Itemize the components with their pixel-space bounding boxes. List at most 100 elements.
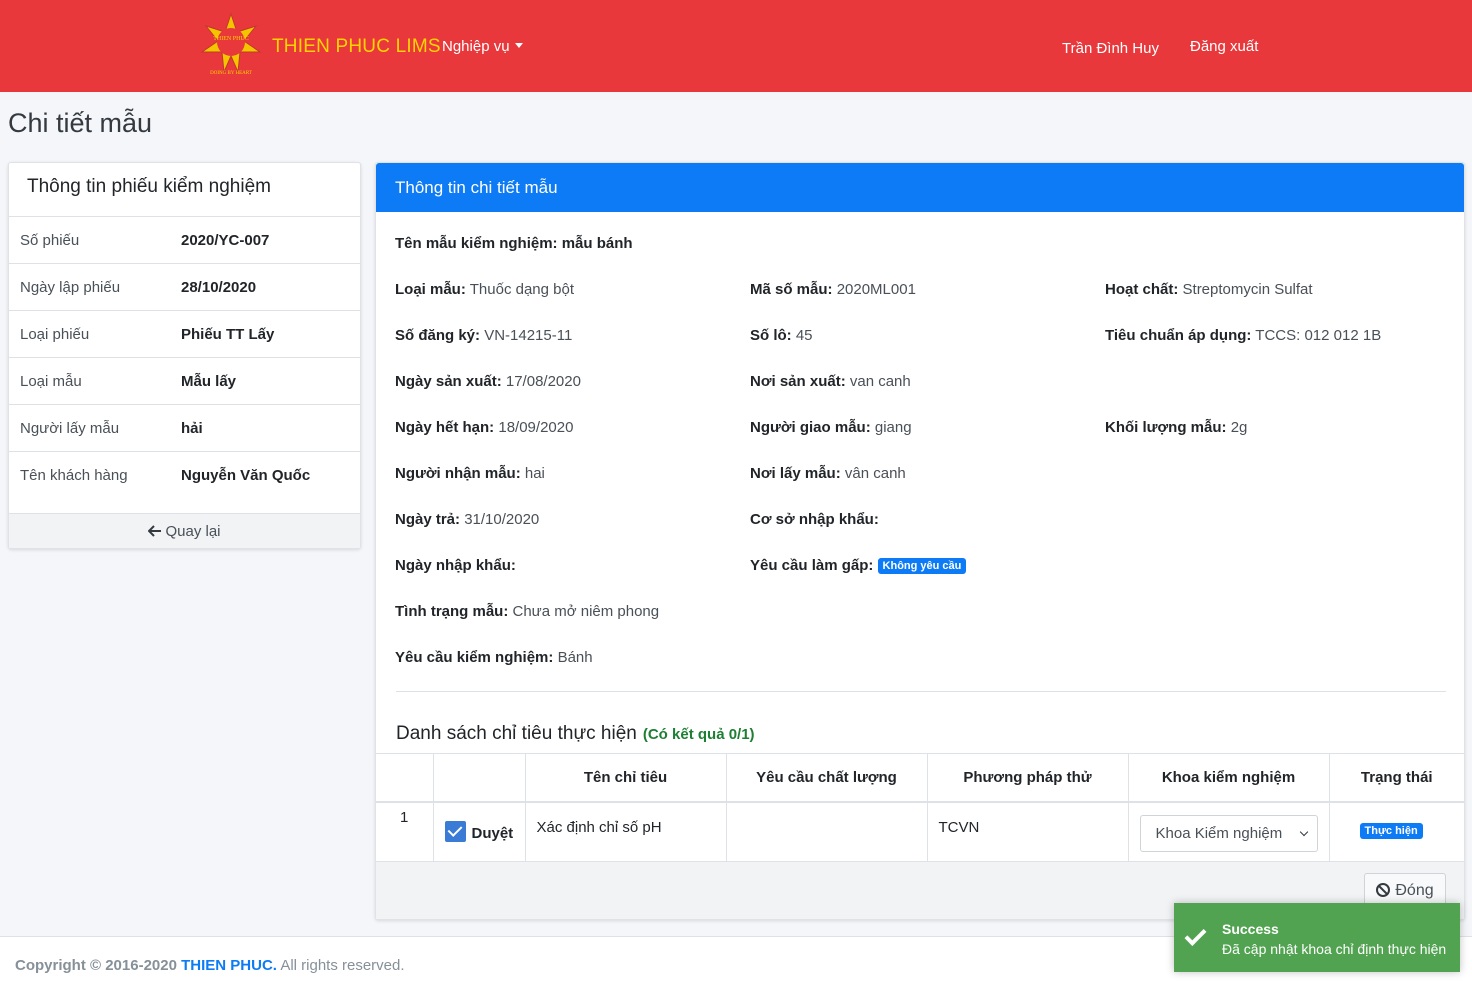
col-header — [376, 753, 434, 803]
toast-message: Đã cập nhật khoa chỉ định thực hiện — [1222, 941, 1447, 957]
urgent-badge: Không yêu cầu — [877, 558, 967, 574]
table-header-row: Tên chỉ tiêu Yêu cầu chất lượng Phương p… — [376, 753, 1464, 803]
field-label: Người giao mẫu: — [750, 419, 871, 436]
info-label: Loại mẫu — [20, 373, 82, 390]
menu-nghiep-vu[interactable]: Nghiệp vụ — [442, 38, 523, 55]
col-header-method[interactable]: Phương pháp thử — [927, 753, 1129, 803]
criteria-table: Tên chỉ tiêu Yêu cầu chất lượng Phương p… — [376, 753, 1464, 862]
field-label: Số đăng ký: — [395, 327, 481, 344]
field-ngay-het-han: Ngày hết hạn: 18/09/2020 — [395, 419, 573, 436]
field-noi-lay-mau: Nơi lấy mẫu: vân canh — [750, 465, 906, 482]
field-label: Nơi lấy mẫu: — [750, 465, 841, 482]
back-button[interactable]: Quay lại — [9, 513, 360, 548]
field-label: Hoạt chất: — [1105, 281, 1179, 298]
field-label: Khối lượng mẫu: — [1105, 419, 1227, 436]
field-noi-san-xuat: Nơi sản xuất: van canh — [750, 373, 911, 390]
field-khoi-luong: Khối lượng mẫu: 2g — [1105, 419, 1247, 436]
col-header-department[interactable]: Khoa kiểm nghiệm — [1128, 753, 1330, 803]
info-row: Loại phiếu Phiếu TT Lấy — [9, 311, 360, 358]
page-title: Chi tiết mẫu — [8, 108, 153, 138]
field-ngay-nhap-khau: Ngày nhập khẩu: — [395, 557, 516, 574]
field-value: Thuốc dạng bột — [469, 281, 574, 298]
department-select[interactable]: Khoa Kiểm nghiệm — [1139, 814, 1318, 852]
field-ma-so-mau: Mã số mẫu: 2020ML001 — [750, 281, 916, 298]
caret-down-icon — [514, 43, 523, 48]
field-value: mẫu bánh — [561, 235, 633, 252]
approve-cell: Duyệt — [433, 801, 526, 862]
info-value: Nguyễn Văn Quốc — [181, 467, 311, 484]
list-title-text: Danh sách chỉ tiêu thực hiện — [396, 723, 637, 744]
check-icon — [1184, 924, 1207, 946]
logout-link[interactable]: Đăng xuất — [1190, 38, 1258, 55]
row-number: 1 — [376, 801, 434, 862]
col-header-name[interactable]: Tên chỉ tiêu — [525, 753, 727, 803]
field-label: Tên mẫu kiểm nghiệm: — [395, 235, 558, 252]
field-label: Yêu cầu kiểm nghiệm: — [395, 649, 554, 666]
result-count: (Có kết quả 0/1) — [642, 726, 755, 743]
field-value: TCCS: 012 012 1B — [1255, 327, 1382, 344]
info-label: Số phiếu — [20, 232, 80, 249]
field-value: Chưa mở niêm phong — [512, 603, 660, 620]
col-header-requirement[interactable]: Yêu cầu chất lượng — [726, 753, 928, 803]
field-value: 2020ML001 — [836, 281, 916, 298]
toast-title: Success — [1222, 921, 1279, 937]
navbar: THIEN PHUC DOING BY HEART THIEN PHUC LIM… — [0, 0, 1472, 92]
criteria-name: Xác định chỉ số pH — [525, 801, 727, 862]
field-label: Cơ sở nhập khẩu: — [750, 511, 879, 528]
info-label: Tên khách hàng — [20, 467, 128, 484]
field-nguoi-nhan-mau: Người nhận mẫu: hai — [395, 465, 545, 482]
approve-checkbox[interactable] — [444, 820, 466, 842]
field-loai-mau: Loại mẫu: Thuốc dạng bột — [395, 281, 574, 298]
copyright: Copyright © 2016-2020 — [15, 957, 177, 974]
logo-icon[interactable]: THIEN PHUC DOING BY HEART — [200, 12, 262, 78]
info-label: Ngày lập phiếu — [20, 279, 121, 296]
svg-text:THIEN PHUC: THIEN PHUC — [213, 36, 249, 42]
arrow-left-icon — [148, 525, 162, 537]
field-value: van canh — [849, 373, 911, 390]
field-label: Ngày trả: — [395, 511, 461, 528]
footer-brand-link[interactable]: THIEN PHUC. — [181, 957, 277, 974]
success-toast[interactable]: Success Đã cập nhật khoa chỉ định thực h… — [1174, 903, 1460, 972]
info-value: 2020/YC-007 — [181, 232, 270, 249]
department-cell: Khoa Kiểm nghiệm — [1128, 801, 1330, 862]
svg-text:DOING BY HEART: DOING BY HEART — [210, 71, 252, 76]
col-header-status[interactable]: Trạng thái — [1329, 753, 1464, 803]
field-label: Yêu cầu làm gấp: — [750, 557, 874, 574]
field-value: Streptomycin Sulfat — [1182, 281, 1313, 298]
field-label: Mã số mẫu: — [750, 281, 833, 298]
field-hoat-chat: Hoạt chất: Streptomycin Sulfat — [1105, 281, 1313, 298]
field-tieu-chuan: Tiêu chuẩn áp dụng: TCCS: 012 012 1B — [1105, 327, 1381, 344]
field-label: Ngày hết hạn: — [395, 419, 495, 436]
field-value: 45 — [795, 327, 813, 344]
col-header — [433, 753, 526, 803]
field-yeu-cau-kn: Yêu cầu kiểm nghiệm: Bánh — [395, 649, 593, 666]
sample-detail-card: Thông tin chi tiết mẫu Tên mẫu kiểm nghi… — [375, 162, 1465, 920]
info-row: Số phiếu 2020/YC-007 — [9, 217, 360, 264]
menu-label: Nghiệp vụ — [442, 38, 510, 55]
field-nguoi-giao-mau: Người giao mẫu: giang — [750, 419, 912, 436]
brand-name[interactable]: THIEN PHUC LIMS — [272, 36, 441, 58]
info-label: Người lấy mẫu — [20, 420, 120, 437]
ban-icon — [1376, 883, 1391, 897]
test-method: TCVN — [927, 801, 1129, 862]
field-so-dang-ky: Số đăng ký: VN-14215-11 — [395, 327, 572, 344]
info-value: Mẫu lấy — [181, 373, 237, 390]
field-label: Người nhận mẫu: — [395, 465, 521, 482]
info-label: Loại phiếu — [20, 326, 90, 343]
user-name-link[interactable]: Trần Đình Huy — [1062, 40, 1159, 57]
field-ngay-san-xuat: Ngày sản xuất: 17/08/2020 — [395, 373, 581, 390]
field-value: vân canh — [844, 465, 906, 482]
field-label: Loại mẫu: — [395, 281, 466, 298]
close-label: Đóng — [1395, 882, 1434, 899]
field-value: 2g — [1230, 419, 1248, 436]
field-value: giang — [874, 419, 912, 436]
field-ngay-tra: Ngày trả: 31/10/2020 — [395, 511, 539, 528]
field-value: VN-14215-11 — [484, 327, 573, 344]
field-co-so-nhap-khau: Cơ sở nhập khẩu: — [750, 511, 879, 528]
info-value: hải — [181, 420, 203, 437]
info-row: Loại mẫu Mẫu lấy — [9, 358, 360, 405]
info-row: Ngày lập phiếu 28/10/2020 — [9, 264, 360, 311]
field-label: Nơi sản xuất: — [750, 373, 846, 390]
info-row: Người lấy mẫu hải — [9, 405, 360, 452]
ticket-info-card: Thông tin phiếu kiểm nghiệm Số phiếu 2020… — [8, 162, 361, 549]
